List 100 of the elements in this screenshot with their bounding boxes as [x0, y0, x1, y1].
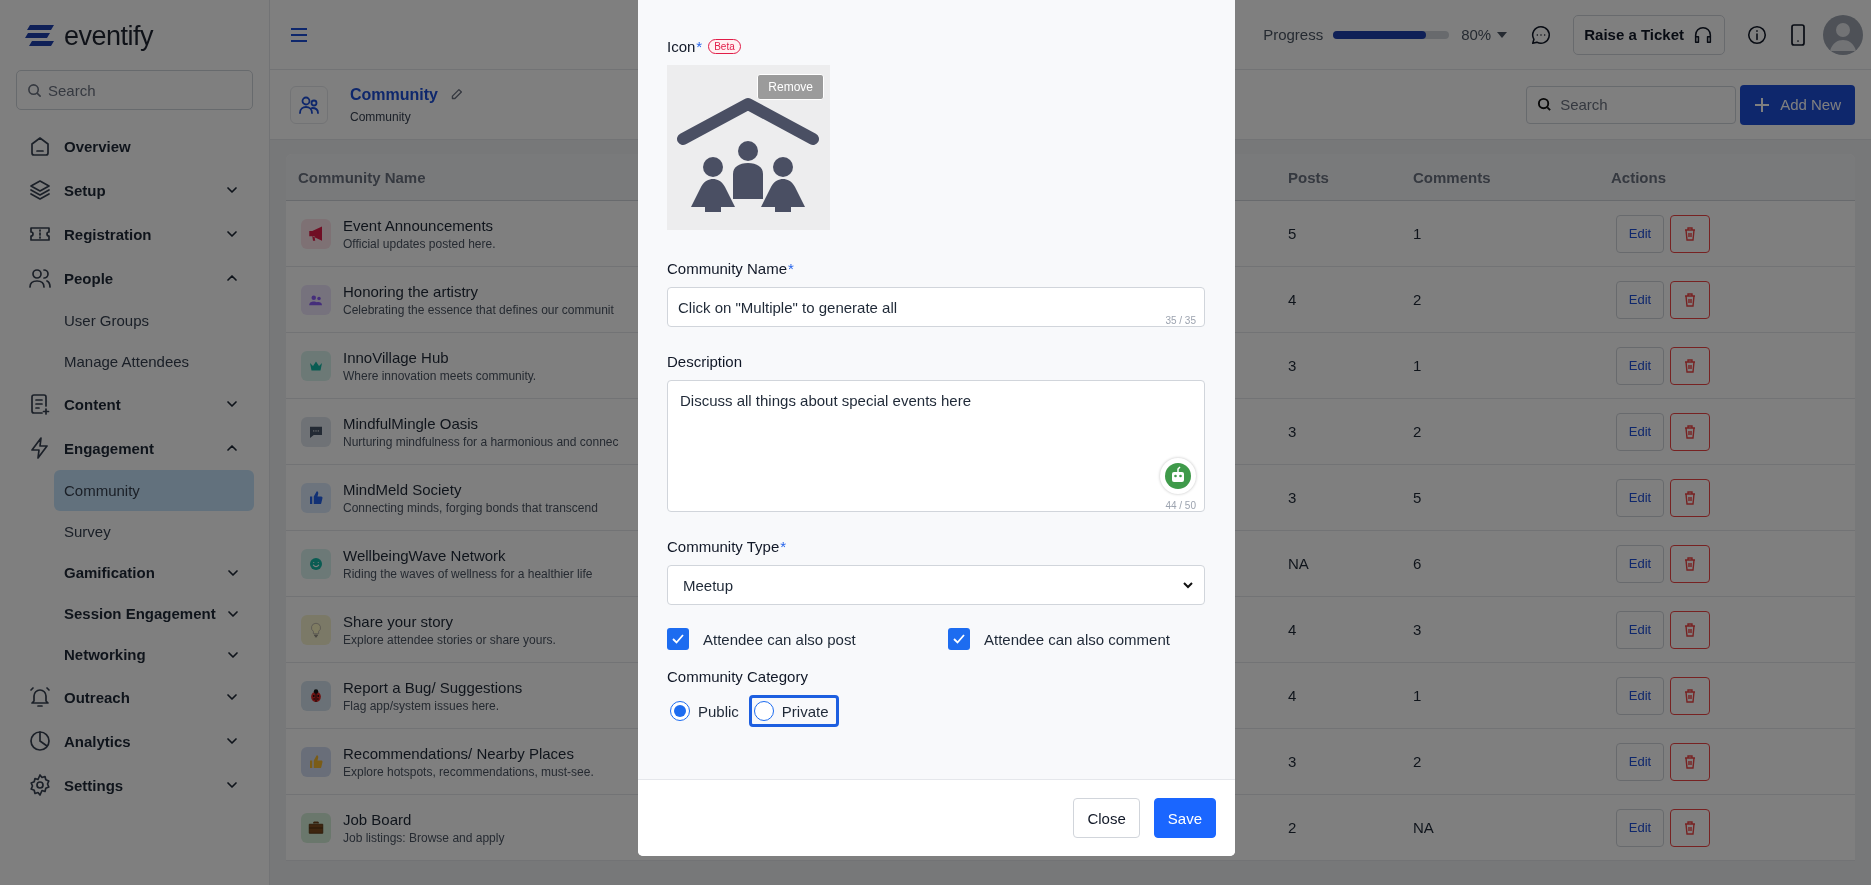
comments-cell-text: 1: [1412, 687, 1423, 704]
megaphone-icon: [307, 224, 325, 243]
edit-button[interactable]: Edit: [1616, 214, 1664, 253]
column-header: Comments: [1412, 168, 1492, 186]
remove-button[interactable]: Remove: [757, 74, 824, 100]
edit-button[interactable]: Edit: [1616, 544, 1664, 583]
sidebar-item[interactable]: Analytics: [0, 719, 269, 763]
comments-cell-text: 2: [1412, 291, 1423, 308]
progress-label: Progress: [1263, 26, 1324, 43]
posts-cell-text: 4: [1287, 687, 1298, 704]
edit-button[interactable]: Edit: [1616, 808, 1664, 847]
community-description: Official updates posted here.: [343, 236, 496, 251]
community-name: Share your story: [343, 612, 455, 630]
sidebar-subitem[interactable]: Gamification: [54, 552, 254, 593]
community-description: Job listings: Browse and apply: [343, 830, 505, 845]
progress-reading: 80%: [1461, 26, 1492, 43]
comments-cell-text: 2: [1412, 423, 1423, 440]
community-name-input[interactable]: Click on "Multiple" to generate all 35 / 35: [667, 287, 1205, 327]
ai-assistant-button[interactable]: [1160, 458, 1196, 494]
community-description: Celebrating the essence that defines our communit: [343, 302, 614, 317]
comments-cell-text: 1: [1412, 357, 1423, 374]
checkbox[interactable]: [667, 628, 689, 650]
close-button[interactable]: Close: [1073, 798, 1140, 838]
raise-ticket-button[interactable]: Raise a Ticket: [1573, 14, 1725, 55]
delete-button[interactable]: [1670, 412, 1710, 451]
community-name: Event Announcements: [343, 216, 495, 234]
sidebar-subitem[interactable]: Community: [54, 470, 254, 511]
community-type-select[interactable]: Meetup: [667, 565, 1205, 605]
delete-button[interactable]: [1670, 280, 1710, 319]
edit-button[interactable]: Edit: [1616, 412, 1664, 451]
posts-cell-text: NA: [1287, 555, 1310, 572]
search-icon: [27, 82, 42, 98]
description-textarea[interactable]: Discuss all things about special events here 44 / 50: [667, 380, 1205, 512]
field-label: Description: [667, 353, 743, 370]
sidebar-subitem[interactable]: Session Engagement: [54, 593, 254, 634]
delete-button[interactable]: [1670, 676, 1710, 715]
checkbox[interactable]: [948, 628, 970, 650]
required-mark: *: [788, 260, 794, 277]
community-description: Flag app/system issues here.: [343, 698, 501, 713]
trash-icon: [1682, 423, 1698, 440]
column-header: Actions: [1610, 168, 1667, 186]
edit-button[interactable]: Edit: [1616, 610, 1664, 649]
edit-button[interactable]: Edit: [1616, 346, 1664, 385]
radio-option[interactable]: Private: [748, 695, 839, 727]
community-description: Where innovation meets community.: [343, 368, 537, 383]
trash-icon: [1682, 555, 1698, 572]
menu-icon: [290, 26, 308, 43]
search-field[interactable]: Search: [16, 70, 253, 110]
posts-cell-text: 3: [1287, 357, 1298, 374]
trash-icon: [1682, 225, 1698, 242]
edit-button[interactable]: Edit: [1616, 742, 1664, 781]
comments-cell-text: 2: [1412, 753, 1423, 770]
comments-cell-text: 3: [1412, 621, 1423, 638]
delete-button[interactable]: [1670, 478, 1710, 517]
radio-option[interactable]: Public: [667, 695, 749, 727]
sidebar-item[interactable]: People: [0, 256, 269, 300]
sidebar-subitem[interactable]: User Groups: [54, 300, 254, 341]
community-name: WellbeingWave Network: [343, 546, 507, 564]
checkbox-label: Attendee can also comment: [984, 630, 1170, 648]
trash-icon: [1682, 357, 1698, 374]
posts-cell-text: 3: [1287, 489, 1298, 506]
community-name: Honoring the artistry: [343, 282, 480, 300]
delete-button[interactable]: [1670, 808, 1710, 847]
required-mark: *: [780, 538, 787, 555]
sidebar-item[interactable]: Registration: [0, 212, 269, 256]
sidebar-item[interactable]: Overview: [0, 124, 269, 168]
sidebar-item[interactable]: Setup: [0, 168, 269, 212]
sidebar-item[interactable]: Content: [0, 382, 269, 426]
required-mark: *: [696, 38, 703, 55]
posts-cell-text: 3: [1287, 423, 1298, 440]
avatar[interactable]: [1823, 14, 1863, 55]
column-header: Community Name: [297, 168, 427, 186]
comments-cell-text: 6: [1412, 555, 1423, 572]
sidebar-item[interactable]: Outreach: [0, 675, 269, 719]
bell-icon: [28, 685, 52, 709]
delete-button[interactable]: [1670, 544, 1710, 583]
search-field[interactable]: Search: [1526, 85, 1737, 124]
sidebar-subitem[interactable]: Networking: [54, 634, 254, 675]
trash-icon: [1682, 687, 1698, 704]
trash-icon: [1682, 621, 1698, 638]
sidebar-item[interactable]: Settings: [0, 763, 269, 807]
layers-icon: [28, 178, 52, 202]
delete-button[interactable]: [1670, 346, 1710, 385]
delete-button[interactable]: [1670, 610, 1710, 649]
save-button[interactable]: Save: [1153, 798, 1216, 838]
edit-button[interactable]: Edit: [1616, 478, 1664, 517]
edit-button[interactable]: Edit: [1616, 280, 1664, 319]
sidebar-subitem[interactable]: Survey: [54, 511, 254, 552]
community-name: Job Board: [343, 810, 413, 828]
add-new-button[interactable]: Add New: [1740, 84, 1855, 125]
comments-cell-text: 5: [1412, 489, 1423, 506]
community-description: Explore attendee stories or share yours.: [343, 632, 556, 647]
community-description: Explore hotspots, recommendations, must-see.: [343, 764, 594, 779]
delete-button[interactable]: [1670, 742, 1710, 781]
sidebar-subitem[interactable]: Manage Attendees: [54, 341, 254, 382]
sidebar-item[interactable]: Engagement: [0, 426, 269, 470]
edit-button[interactable]: Edit: [1616, 676, 1664, 715]
community-name: InnoVillage Hub: [343, 348, 450, 366]
delete-button[interactable]: [1670, 214, 1710, 253]
character-counter: 44 / 50: [1165, 500, 1196, 511]
